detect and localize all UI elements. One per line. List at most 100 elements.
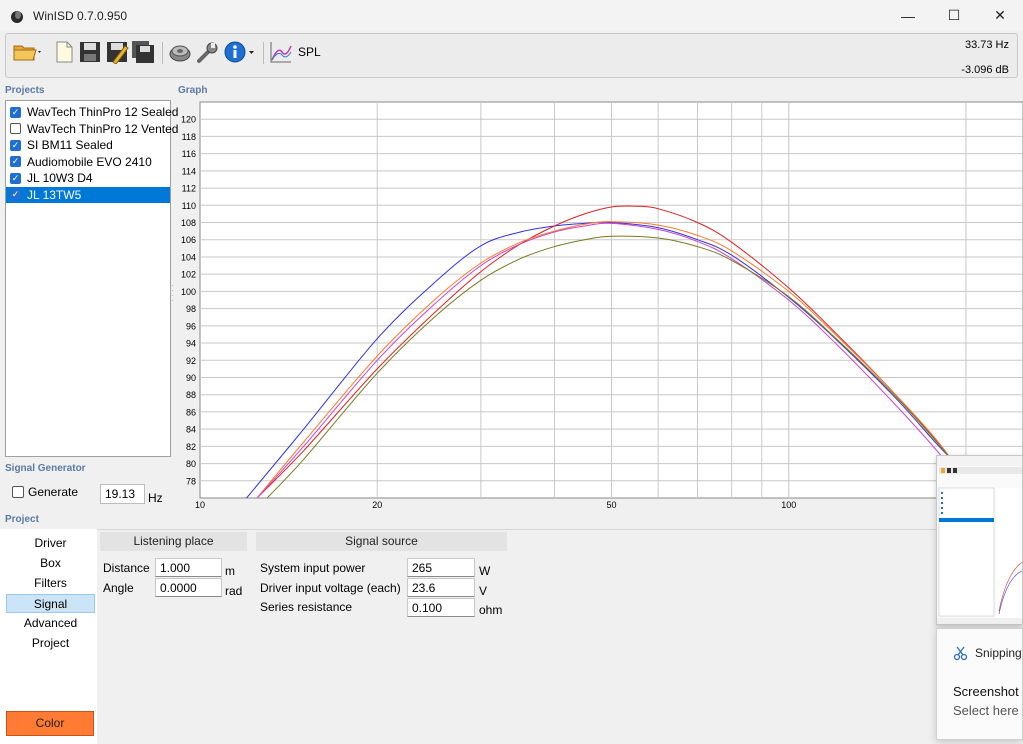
y-tick-label: 90 xyxy=(186,373,196,383)
project-checkbox[interactable] xyxy=(10,106,21,118)
project-item[interactable]: WavTech ThinPro 12 Vented xyxy=(6,121,178,138)
project-item[interactable]: Audiomobile EVO 2410 xyxy=(6,154,170,171)
y-tick-label: 84 xyxy=(186,425,196,435)
project-item[interactable]: JL 10W3 D4 xyxy=(6,170,170,187)
project-item[interactable]: WavTech ThinPro 12 Sealed xyxy=(6,104,178,121)
generate-label: Generate xyxy=(28,485,79,499)
project-section-label: Project xyxy=(5,514,39,525)
spl-graph-icon[interactable] xyxy=(269,40,293,64)
save-all-icon[interactable] xyxy=(131,40,155,64)
scissors-icon xyxy=(953,646,968,661)
y-tick-label: 102 xyxy=(181,270,196,280)
y-tick-label: 120 xyxy=(181,115,196,125)
nav-item-advanced[interactable]: Advanced xyxy=(6,614,95,633)
y-tick-label: 78 xyxy=(186,476,196,486)
y-tick-label: 80 xyxy=(186,459,196,469)
project-checkbox[interactable] xyxy=(10,123,21,135)
y-tick-label: 110 xyxy=(182,201,196,211)
angle-input[interactable]: 0.0000 xyxy=(155,578,222,597)
y-tick-label: 88 xyxy=(186,390,196,400)
y-tick-label: 114 xyxy=(182,166,196,176)
driver-input-voltage-unit: V xyxy=(479,584,488,598)
nav-item-project[interactable]: Project xyxy=(6,634,95,653)
winisd-app-icon xyxy=(11,10,23,23)
distance-input[interactable]: 1.000 xyxy=(155,558,222,577)
snipping-toast-title: Screenshot c xyxy=(953,684,1023,699)
y-tick-label: 100 xyxy=(181,287,196,297)
nav-item-filters[interactable]: Filters xyxy=(6,574,95,593)
project-name: Audiomobile EVO 2410 xyxy=(27,154,152,169)
screenshot-thumbnail-preview xyxy=(937,456,1022,624)
driver-icon[interactable] xyxy=(168,40,192,64)
spl-button-label[interactable]: SPL xyxy=(298,45,321,59)
y-tick-label: 112 xyxy=(182,184,196,194)
project-item[interactable]: SI BM11 Sealed xyxy=(6,137,170,154)
minimize-button[interactable]: — xyxy=(885,0,931,31)
snipping-app-row: Snipping xyxy=(953,645,1022,661)
generator-frequency-unit: Hz xyxy=(148,491,163,505)
info-icon[interactable] xyxy=(223,40,257,64)
driver-input-voltage-input[interactable]: 23.6 xyxy=(407,578,475,597)
project-checkbox[interactable] xyxy=(10,156,21,168)
open-folder-icon[interactable] xyxy=(12,40,42,64)
project-item[interactable]: JL 13TW5 xyxy=(6,186,170,203)
maximize-button[interactable]: ☐ xyxy=(931,0,977,31)
x-tick-label: 50 xyxy=(606,500,616,510)
project-checkbox[interactable] xyxy=(10,189,21,201)
y-tick-label: 92 xyxy=(186,356,196,366)
toolbar-separator xyxy=(263,42,264,64)
project-name: WavTech ThinPro 12 Vented xyxy=(27,121,179,136)
frequency-readout: 33.73 Hz xyxy=(964,39,1009,51)
x-tick-label: 10 xyxy=(195,500,205,510)
new-document-icon[interactable] xyxy=(52,40,76,64)
x-tick-label: 100 xyxy=(781,500,796,510)
series-resistance-unit: ohm xyxy=(479,603,503,617)
projects-label: Projects xyxy=(5,85,45,96)
nav-item-box[interactable]: Box xyxy=(6,554,95,573)
system-input-power-unit: W xyxy=(479,564,491,578)
y-tick-label: 98 xyxy=(186,304,196,314)
nav-item-driver[interactable]: Driver xyxy=(6,534,95,553)
graph-label: Graph xyxy=(178,85,208,96)
y-tick-label: 108 xyxy=(181,218,196,228)
angle-unit: rad xyxy=(225,584,243,598)
screenshot-thumbnail[interactable] xyxy=(936,455,1023,625)
level-readout: -3.096 dB xyxy=(961,64,1009,76)
maximize-icon: ☐ xyxy=(947,7,961,23)
y-tick-label: 86 xyxy=(186,407,196,417)
series-resistance-input[interactable]: 0.100 xyxy=(407,598,475,617)
app-window: WinISD 0.7.0.950 — ☐ ✕ SPL 33.73 Hz -3.0… xyxy=(0,0,1023,744)
toolbar: SPL 33.73 Hz -3.096 dB xyxy=(5,33,1018,78)
snipping-toast-subtitle: Select here t xyxy=(953,703,1023,718)
properties-panel xyxy=(0,529,1023,744)
minimize-icon: — xyxy=(901,7,915,24)
project-checkbox[interactable] xyxy=(10,139,21,151)
system-input-power-input[interactable]: 265 xyxy=(407,558,475,577)
edit-icon[interactable] xyxy=(105,40,129,64)
listening-place-header: Listening place xyxy=(100,532,247,551)
wrench-icon[interactable] xyxy=(196,40,220,64)
snipping-tool-notification[interactable]: Snipping Screenshot c Select here t xyxy=(936,628,1023,740)
title-bar: WinISD 0.7.0.950 xyxy=(0,0,1023,31)
projects-list[interactable]: WavTech ThinPro 12 SealedWavTech ThinPro… xyxy=(5,100,178,457)
y-tick-label: 82 xyxy=(186,442,196,452)
toolbar-separator xyxy=(162,42,163,64)
y-tick-label: 96 xyxy=(186,321,196,331)
project-checkbox[interactable] xyxy=(10,172,21,184)
y-tick-label: 118 xyxy=(182,132,196,142)
project-name: JL 10W3 D4 xyxy=(27,171,93,186)
angle-label: Angle xyxy=(103,581,134,595)
y-tick-label: 116 xyxy=(182,149,196,159)
close-button[interactable]: ✕ xyxy=(977,0,1023,31)
color-button[interactable]: Color xyxy=(6,711,94,736)
generate-checkbox-row[interactable]: Generate xyxy=(12,485,78,499)
save-icon[interactable] xyxy=(78,40,102,64)
nav-item-signal[interactable]: Signal xyxy=(6,594,95,613)
spl-graph[interactable]: 78 80 82 84 86 88 90 92 94 96 98 100 102 104 106 108 110… xyxy=(172,100,1023,510)
generator-frequency-input[interactable]: 19.13 xyxy=(100,484,145,504)
system-input-power-label: System input power xyxy=(260,561,366,575)
project-name: SI BM11 Sealed xyxy=(27,138,113,153)
projects-items: WavTech ThinPro 12 SealedWavTech ThinPro… xyxy=(6,104,178,203)
generate-checkbox[interactable] xyxy=(12,486,24,498)
signal-generator-label: Signal Generator xyxy=(5,463,86,474)
